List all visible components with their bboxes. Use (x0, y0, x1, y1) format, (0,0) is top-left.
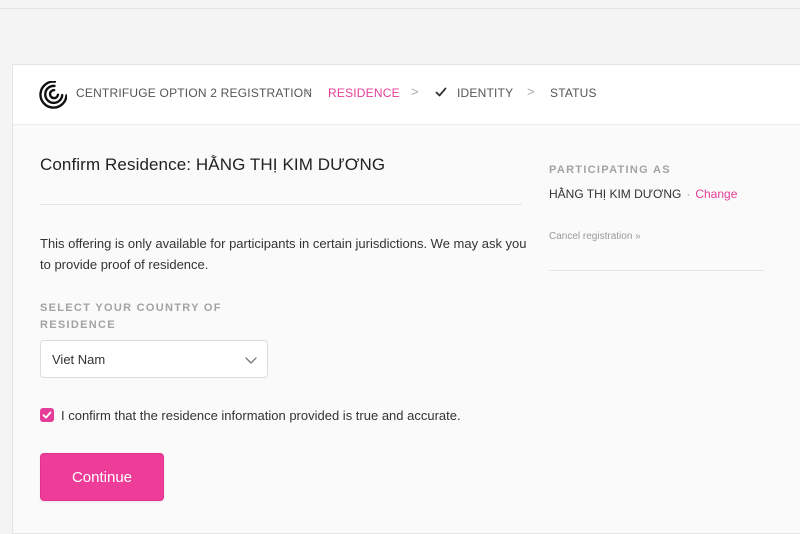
intro-text: This offering is only available for part… (40, 236, 527, 272)
separator-dot: · (686, 187, 691, 201)
breadcrumb-registration[interactable]: CENTRIFUGE OPTION 2 REGISTRATION (76, 86, 312, 100)
page-title: Confirm Residence: HẰNG THỊ KIM DƯƠNG (40, 155, 386, 174)
country-select[interactable]: Viet Nam (40, 340, 268, 378)
chevron-down-icon (245, 357, 257, 364)
check-icon (435, 87, 447, 97)
breadcrumb-separator: > (411, 84, 419, 99)
breadcrumb-separator: > (527, 84, 535, 99)
checkmark-icon (42, 411, 52, 419)
breadcrumb-identity[interactable]: IDENTITY (457, 86, 513, 100)
progress-header: CENTRIFUGE OPTION 2 REGISTRATION > RESID… (13, 65, 800, 125)
participating-as-label: PARTICIPATING AS (549, 164, 671, 176)
registration-card: CENTRIFUGE OPTION 2 REGISTRATION > RESID… (12, 64, 800, 534)
cancel-registration-link[interactable]: Cancel registration » (549, 231, 641, 242)
participant-info: HẰNG THỊ KIM DƯƠNG · Change (549, 187, 737, 201)
centrifuge-logo-icon (39, 81, 67, 109)
breadcrumb-status[interactable]: STATUS (550, 86, 597, 100)
confirm-checkbox[interactable] (40, 408, 54, 422)
sidebar-divider (549, 270, 764, 271)
breadcrumb-residence[interactable]: RESIDENCE (328, 86, 400, 100)
country-select-value: Viet Nam (52, 352, 106, 367)
continue-button[interactable]: Continue (40, 453, 164, 501)
title-divider (40, 204, 522, 205)
top-divider (0, 8, 800, 9)
breadcrumb-separator: > (304, 84, 312, 99)
participant-name: HẰNG THỊ KIM DƯƠNG (549, 187, 682, 201)
confirm-label[interactable]: I confirm that the residence information… (61, 408, 461, 423)
change-link[interactable]: Change (695, 187, 737, 201)
country-select-label: SELECT YOUR COUNTRY OF RESIDENCE (40, 302, 222, 331)
